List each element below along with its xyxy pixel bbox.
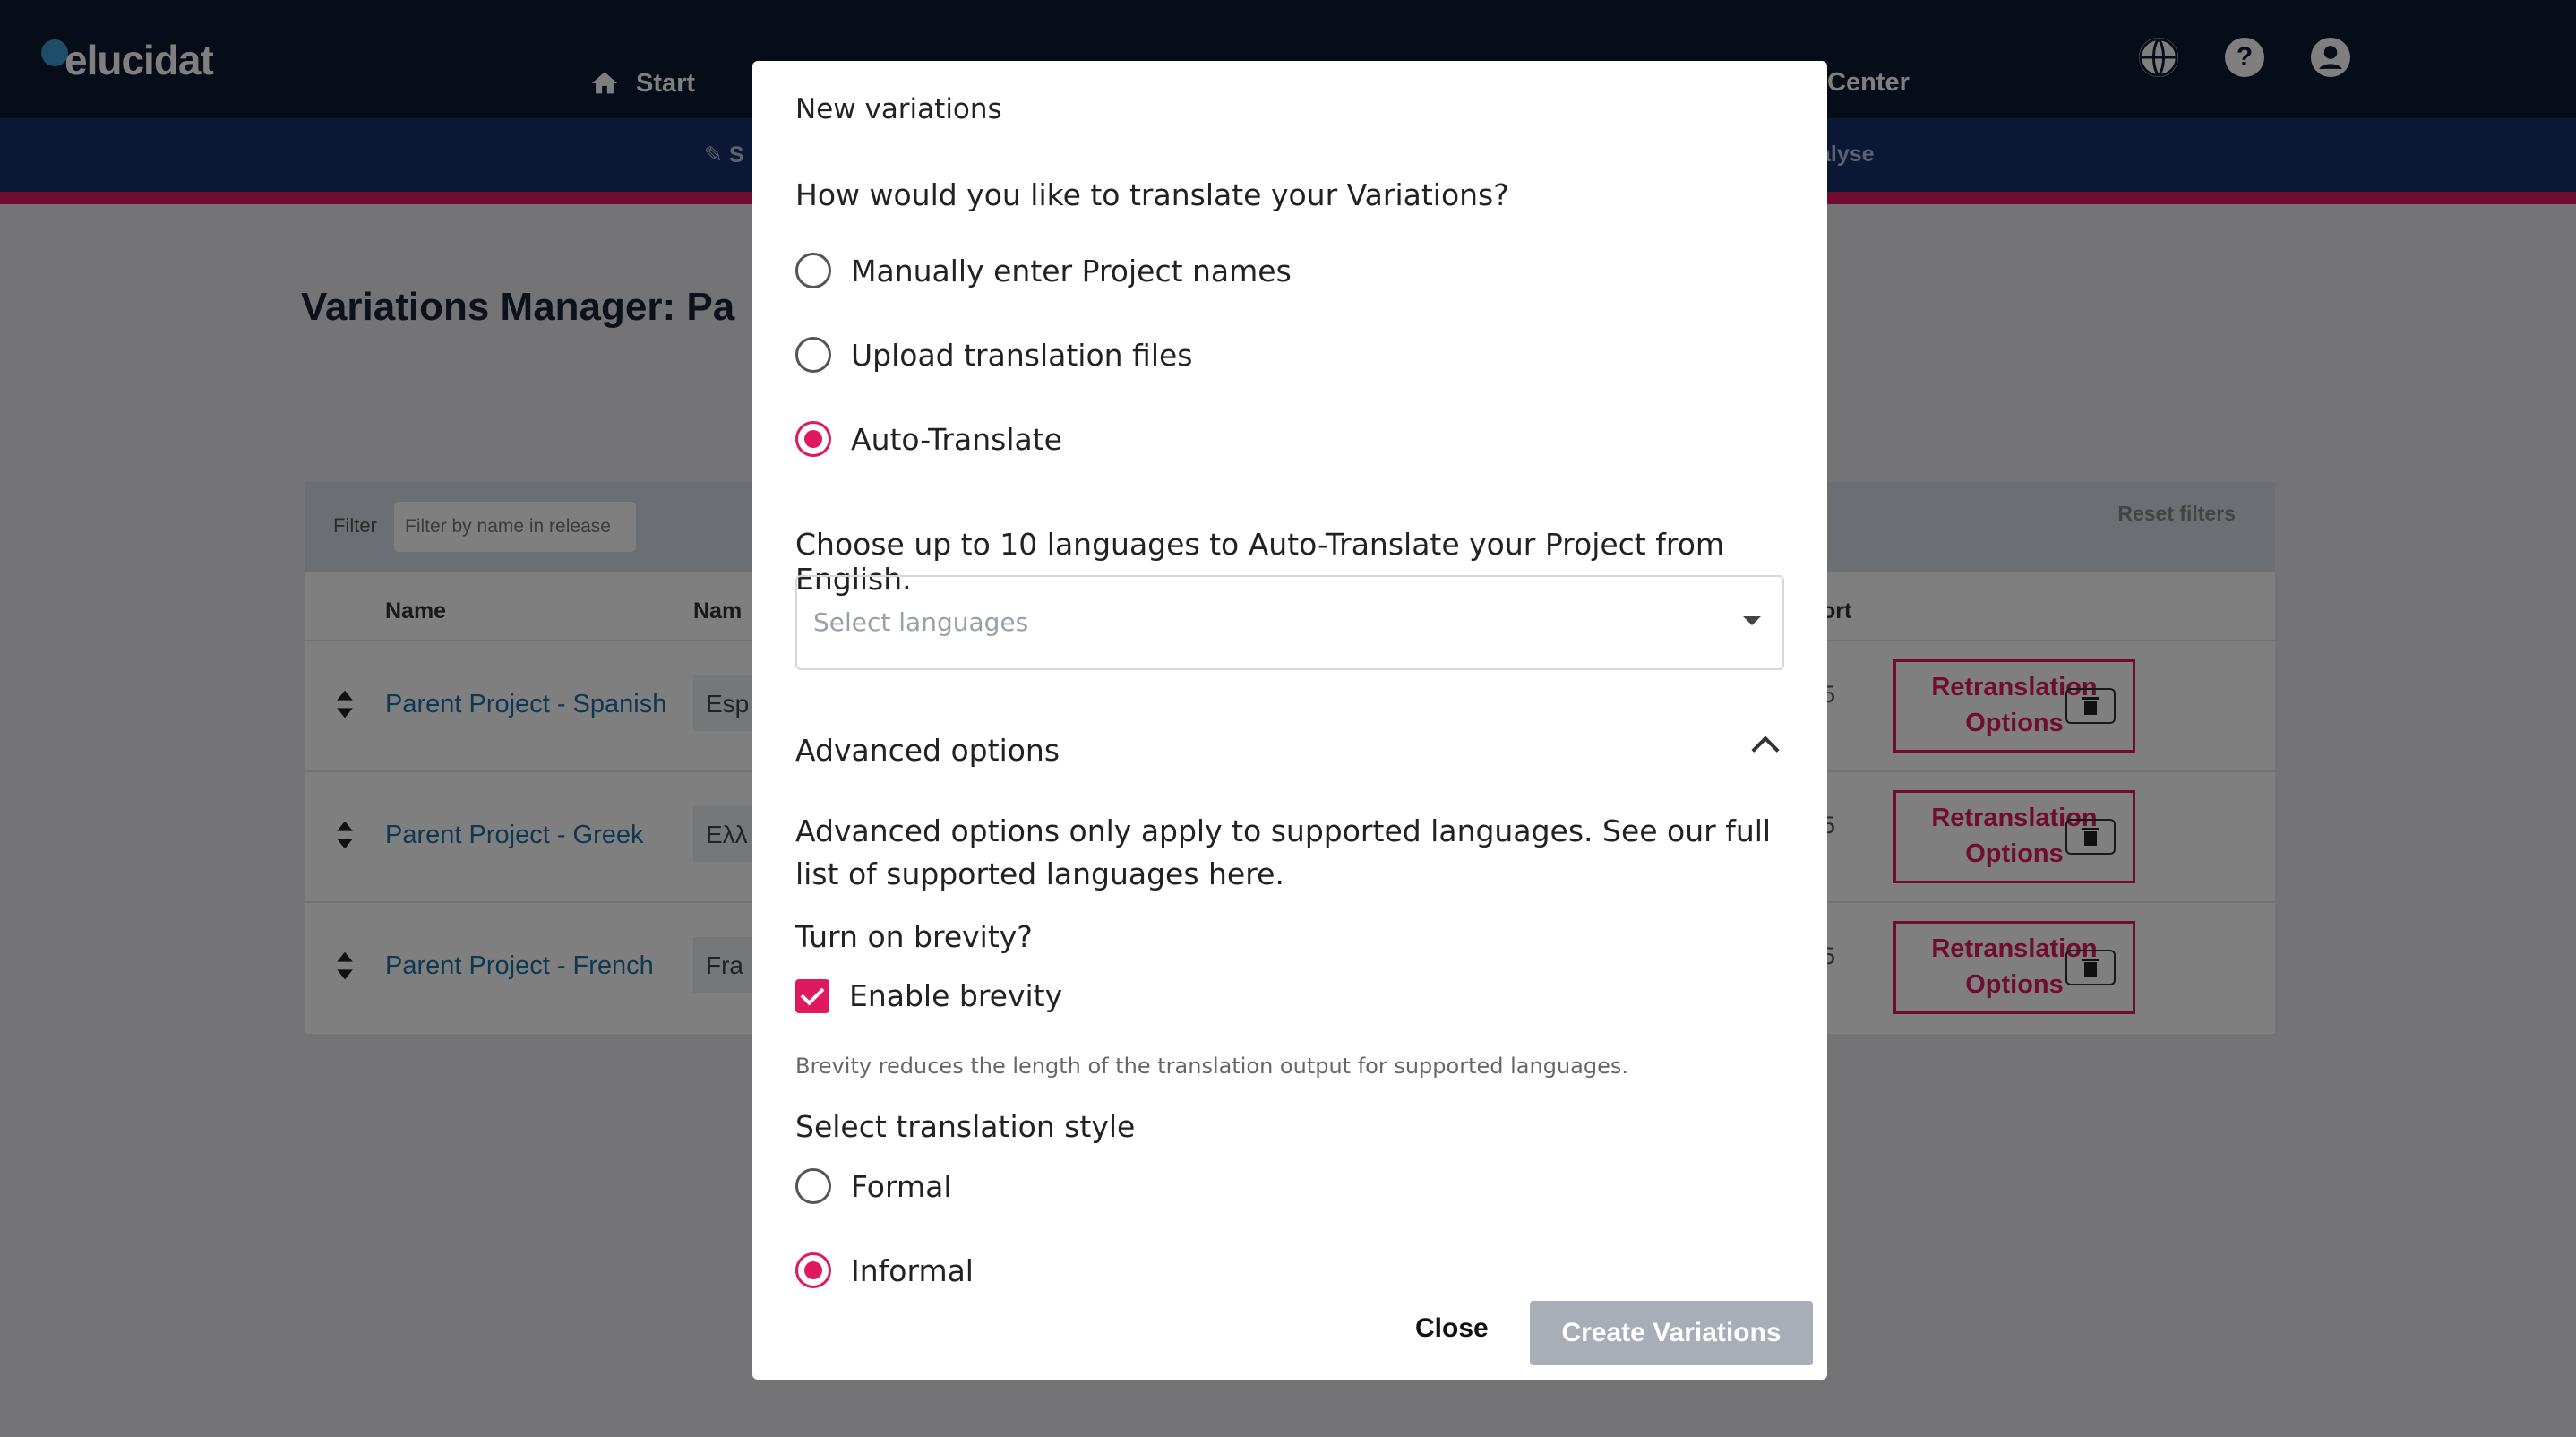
- option-upload-files-label: Upload translation files: [851, 337, 1193, 373]
- create-variations-button[interactable]: Create Variations: [1530, 1301, 1813, 1365]
- dialog-title: New variations: [795, 93, 1002, 125]
- check-icon[interactable]: [795, 978, 829, 1013]
- option-manual-names[interactable]: Manually enter Project names: [795, 253, 1292, 288]
- radio-style-formal[interactable]: [795, 1168, 831, 1204]
- advanced-options-toggle[interactable]: Advanced options: [795, 733, 1060, 768]
- chevron-up-icon[interactable]: [1751, 736, 1780, 764]
- close-button[interactable]: Close: [1415, 1313, 1489, 1344]
- radio-style-informal[interactable]: [795, 1252, 831, 1288]
- brevity-question: Turn on brevity?: [795, 919, 1033, 954]
- radio-auto-translate[interactable]: [795, 421, 831, 457]
- languages-select-placeholder: Select languages: [813, 607, 1029, 637]
- style-informal-label: Informal: [851, 1252, 974, 1288]
- option-upload-files[interactable]: Upload translation files: [795, 337, 1193, 373]
- brevity-help-text: Brevity reduces the length of the transl…: [795, 1054, 1628, 1079]
- translation-style-title: Select translation style: [795, 1109, 1136, 1144]
- new-variations-dialog: New variations How would you like to tra…: [752, 61, 1827, 1380]
- option-style-formal[interactable]: Formal: [795, 1168, 952, 1204]
- option-auto-translate[interactable]: Auto-Translate: [795, 421, 1062, 457]
- option-enable-brevity[interactable]: Enable brevity: [795, 978, 1062, 1013]
- caret-down-icon: [1743, 616, 1761, 625]
- advanced-options-description: Advanced options only apply to supported…: [795, 813, 1772, 891]
- option-style-informal[interactable]: Informal: [795, 1252, 974, 1288]
- option-auto-translate-label: Auto-Translate: [851, 421, 1062, 457]
- languages-select[interactable]: Select languages: [795, 575, 1784, 670]
- style-formal-label: Formal: [851, 1168, 952, 1204]
- radio-upload-files[interactable]: [795, 337, 831, 373]
- translate-method-question: How would you like to translate your Var…: [795, 177, 1509, 212]
- enable-brevity-label: Enable brevity: [849, 978, 1063, 1013]
- option-manual-names-label: Manually enter Project names: [851, 253, 1292, 288]
- radio-manual-names[interactable]: [795, 253, 831, 288]
